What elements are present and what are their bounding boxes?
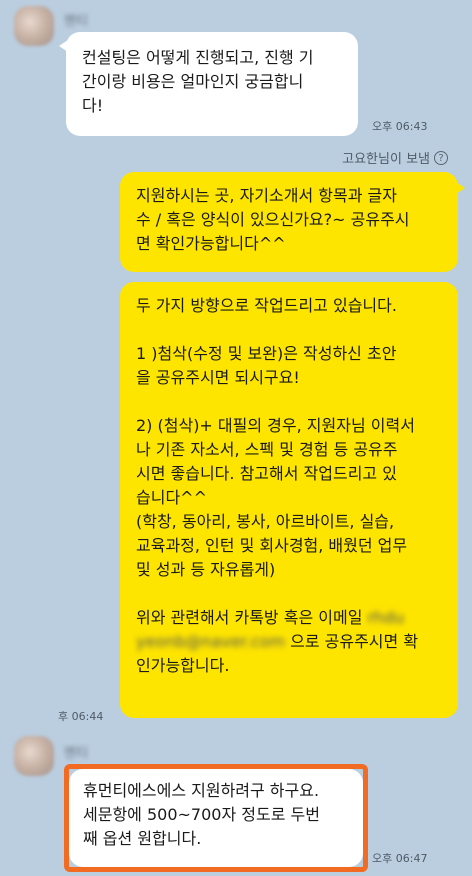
redacted-email: yeonb@naver.com — [136, 632, 286, 651]
sender-avatar[interactable] — [14, 736, 54, 776]
sent-by-note: 고요한님이 보냄 ? — [342, 148, 448, 167]
outgoing-message[interactable]: 두 가지 방향으로 작업드리고 있습니다. 1 )첨삭(수정 및 보완)은 작성… — [120, 282, 458, 718]
message-line: yeonb@naver.com 으로 공유주시면 확 — [136, 630, 442, 654]
message-line: (학창, 동아리, 봉사, 아르바이트, 실습, — [136, 512, 395, 531]
message-line: 수 / 혹은 양식이 있으신가요?~ 공유주시 — [136, 210, 410, 229]
message-line: 시면 좋습니다. 참고해서 작업드리고 있 — [136, 464, 397, 483]
message-line: 다! — [82, 96, 104, 115]
outgoing-message[interactable]: 지원하시는 곳, 자기소개서 항목과 글자 수 / 혹은 양식이 있으신가요?~… — [120, 172, 465, 272]
message-line: 1 )첨삭(수정 및 보완)은 작성하신 초안 — [136, 344, 397, 363]
message-text: 위와 관련해서 카톡방 혹은 이메일 — [136, 608, 363, 627]
message-line — [136, 390, 442, 414]
message-line: 및 성과 등 자유롭게) — [136, 560, 276, 579]
incoming-message[interactable]: 컨설팅은 어떻게 진행되고, 진행 기 간이랑 비용은 얼마인지 궁금합니 다! — [59, 32, 358, 136]
message-time: 후 06:44 — [58, 710, 104, 723]
message-line: 인가능합니다. — [136, 656, 230, 675]
redacted-email: rhdu — [367, 608, 405, 627]
message-line: 을 공유주시면 되시구요! — [136, 368, 300, 387]
message-line: 간이랑 비용은 얼마인지 궁금합니 — [82, 72, 304, 91]
sender-name: 멘티 — [64, 14, 88, 29]
message-time: 오후 06:43 — [372, 120, 428, 133]
sender-avatar[interactable] — [14, 6, 54, 46]
message-line: 지원하시는 곳, 자기소개서 항목과 글자 — [136, 186, 397, 205]
help-icon[interactable]: ? — [434, 150, 448, 165]
sender-name: 멘티 — [64, 746, 88, 761]
message-line: 교육과정, 인턴 및 회사경험, 배웠던 업무 — [136, 536, 408, 555]
message-line: 위와 관련해서 카톡방 혹은 이메일 rhdu — [136, 606, 442, 630]
message-line: 2) (첨삭)+ 대필의 경우, 지원자님 이력서 — [136, 416, 415, 435]
highlight-box — [64, 764, 368, 872]
message-line: 나 기존 자소서, 스펙 및 경험 등 공유주 — [136, 440, 398, 459]
message-time: 오후 06:47 — [372, 852, 428, 865]
sent-by-text: 고요한님이 보냄 — [342, 152, 430, 167]
message-line: 습니다^^ — [136, 488, 207, 507]
message-line: 컨설팅은 어떻게 진행되고, 진행 기 — [82, 48, 314, 67]
message-line — [136, 318, 442, 342]
message-line: 면 확인가능합니다^^ — [136, 234, 286, 253]
message-text: 으로 공유주시면 확 — [290, 632, 419, 651]
message-line: 두 가지 방향으로 작업드리고 있습니다. — [136, 296, 397, 315]
message-line — [136, 582, 442, 606]
